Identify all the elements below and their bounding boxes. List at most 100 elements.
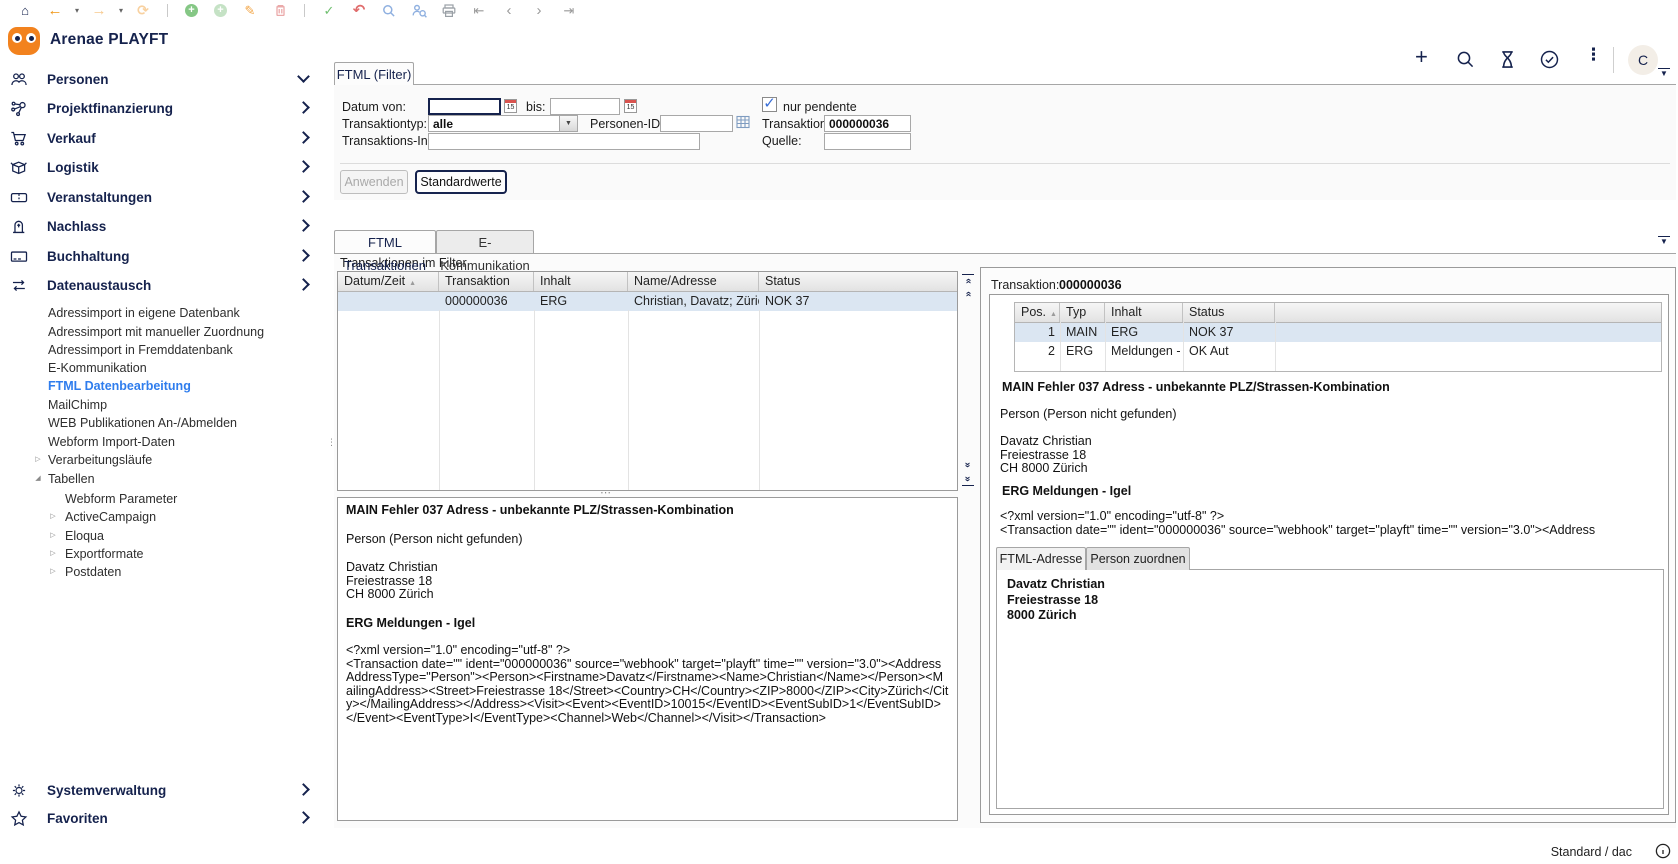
gear-icon — [9, 782, 29, 799]
chevron-right-icon — [297, 219, 310, 232]
sidebar-item-datenaustausch[interactable]: Datenaustausch — [0, 271, 330, 299]
refresh-icon[interactable]: ⟳ — [128, 0, 158, 21]
edit-icon[interactable]: ✎ — [235, 0, 265, 21]
page-up-icon[interactable]: « — [962, 288, 974, 300]
add-secondary-icon[interactable]: + — [214, 4, 227, 17]
sidebar-subitem-webform-parameter[interactable]: Webform Parameter — [0, 490, 320, 508]
col-name-adresse[interactable]: Name/Adresse — [628, 272, 759, 291]
col-status[interactable]: Status — [1183, 303, 1275, 322]
sidebar-item-verkauf[interactable]: Verkauf — [0, 124, 330, 152]
nur-pendente-checkbox[interactable]: ✓ — [762, 97, 777, 112]
transaktiontyp-select[interactable]: alle ▼ — [428, 115, 578, 132]
last-page-icon[interactable]: ⇥ — [554, 0, 584, 21]
collapse-panel-icon[interactable]: ▼ — [1658, 236, 1670, 246]
col-typ[interactable]: Typ — [1060, 303, 1105, 322]
right-address-line: Davatz Christian — [1000, 435, 1092, 449]
confirm-icon[interactable]: ✓ — [314, 0, 344, 21]
transaction-detail-panel[interactable]: MAIN Fehler 037 Adress - unbekannte PLZ/… — [337, 497, 958, 821]
delete-icon[interactable] — [265, 0, 295, 21]
back-menu-icon[interactable]: ▾ — [70, 6, 84, 15]
col-status[interactable]: Status — [759, 272, 957, 291]
back-icon[interactable]: ← — [40, 0, 70, 21]
sidebar-subitem-ftml-datenbearbeitung[interactable]: FTML Datenbearbeitung — [0, 377, 320, 395]
header-history-hourglass-icon[interactable] — [1497, 49, 1518, 70]
header-tasks-check-icon[interactable] — [1539, 49, 1560, 70]
page-down-icon[interactable]: « — [962, 459, 974, 471]
home-icon[interactable]: ⌂ — [10, 0, 40, 21]
col-pos[interactable]: Pos.▲ — [1015, 303, 1060, 322]
sidebar-item-favoriten[interactable]: Favoriten — [0, 804, 330, 832]
add-icon[interactable]: + — [185, 4, 198, 17]
sidebar-subitem-web-publikationen[interactable]: WEB Publikationen An-/Abmelden — [0, 414, 320, 432]
print-icon[interactable] — [434, 1, 464, 21]
sidebar-item-veranstaltungen[interactable]: Veranstaltungen — [0, 183, 330, 211]
undo-icon[interactable]: ↶ — [344, 0, 374, 21]
col-inhalt[interactable]: Inhalt — [534, 272, 628, 291]
grid-line — [439, 310, 440, 490]
right-person-line: Person (Person nicht gefunden) — [1000, 408, 1177, 422]
calendar-icon[interactable]: 15 — [624, 99, 637, 113]
tab-e-kommunikation[interactable]: E-Kommunikation — [436, 230, 534, 253]
forward-menu-icon[interactable]: ▾ — [114, 6, 128, 15]
person-search-icon[interactable] — [404, 1, 434, 21]
forward-icon[interactable]: → — [84, 0, 114, 21]
sidebar-item-nachlass[interactable]: Nachlass — [0, 212, 330, 240]
tab-ftml-transaktionen[interactable]: FTML Transaktionen — [334, 230, 436, 253]
sidebar-item-projektfinanzierung[interactable]: Projektfinanzierung — [0, 94, 330, 122]
user-avatar[interactable]: C — [1628, 45, 1658, 75]
scroll-top-icon[interactable]: « — [962, 274, 974, 287]
next-page-icon[interactable]: › — [524, 0, 554, 21]
previous-page-icon[interactable]: ‹ — [494, 0, 524, 21]
transaction-row[interactable]: 000000036 ERG Christian, Davatz; Zürich(… — [338, 292, 957, 311]
personen-id-label: Personen-ID: — [590, 117, 664, 131]
datum-bis-input[interactable] — [550, 98, 620, 115]
star-icon — [9, 810, 29, 827]
tab-ftml-adresse[interactable]: FTML-Adresse — [996, 547, 1086, 570]
sidebar-subitem-mailchimp[interactable]: MailChimp — [0, 396, 320, 414]
sidebar-subitem-adressimport-fremd[interactable]: Adressimport in Fremddatenbank — [0, 341, 320, 359]
chevron-right-icon — [297, 131, 310, 144]
collapse-panel-icon[interactable]: ▼ — [1658, 68, 1670, 78]
sidebar-item-buchhaltung[interactable]: Buchhaltung — [0, 242, 330, 270]
personen-id-input[interactable] — [660, 115, 733, 132]
header-search-icon[interactable] — [1455, 49, 1476, 70]
quelle-input[interactable] — [824, 133, 911, 150]
header-add-icon[interactable]: + — [1415, 44, 1428, 70]
sidebar-subitem-e-kommunikation[interactable]: E-Kommunikation — [0, 359, 320, 377]
sidebar-item-systemverwaltung[interactable]: Systemverwaltung — [0, 776, 330, 804]
transaktion-input[interactable] — [824, 115, 911, 132]
info-icon[interactable] — [1655, 843, 1671, 859]
scroll-bottom-icon[interactable]: « — [962, 473, 974, 486]
calendar-icon[interactable]: 15 — [504, 99, 517, 113]
sidebar-subitem-tabellen[interactable]: Tabellen — [0, 470, 320, 488]
sidebar-item-personen[interactable]: Personen — [0, 65, 330, 93]
sidebar-item-logistik[interactable]: Logistik — [0, 153, 330, 181]
sidebar-subitem-exportformate[interactable]: Exportformate — [0, 545, 320, 563]
grid-line — [759, 310, 760, 490]
sidebar-subitem-postdaten[interactable]: Postdaten — [0, 563, 320, 581]
search-icon[interactable] — [374, 1, 404, 21]
datum-von-input[interactable] — [428, 98, 501, 115]
tab-person-zuordnen[interactable]: Person zuordnen — [1086, 547, 1190, 570]
sidebar-subitem-adressimport-eigene[interactable]: Adressimport in eigene Datenbank — [0, 304, 320, 322]
sidebar-subitem-webform-import[interactable]: Webform Import-Daten — [0, 433, 320, 451]
standardwerte-button[interactable]: Standardwerte — [415, 170, 507, 194]
tombstone-icon — [9, 218, 29, 235]
sidebar-subitem-verarbeitungslaeufe[interactable]: Verarbeitungsläufe — [0, 451, 320, 469]
sidebar-subitem-eloqua[interactable]: Eloqua — [0, 527, 320, 545]
anwenden-button[interactable]: Anwenden — [340, 170, 408, 194]
tab-ftml-filter[interactable]: FTML (Filter) — [334, 62, 414, 85]
select-dropdown-icon[interactable]: ▼ — [559, 116, 577, 131]
header-kebab-menu-icon[interactable]: ⋮ — [1585, 45, 1602, 65]
position-row[interactable]: 2 ERG Meldungen - Igel OK Aut — [1015, 342, 1661, 361]
sidebar-subitem-activecampaign[interactable]: ActiveCampaign — [0, 508, 320, 526]
first-page-icon[interactable]: ⇤ — [464, 0, 494, 21]
sidebar-subitem-adressimport-manuell[interactable]: Adressimport mit manueller Zuordnung — [0, 323, 320, 341]
transaktions-inhalt-input[interactable] — [428, 133, 700, 150]
bis-label: bis: — [526, 100, 545, 114]
table-lookup-icon[interactable] — [736, 115, 750, 129]
col-inhalt[interactable]: Inhalt — [1105, 303, 1183, 322]
right-detail-inner-panel: Pos.▲ Typ Inhalt Status 1 MAIN ERG NOK 3… — [989, 294, 1669, 815]
position-row[interactable]: 1 MAIN ERG NOK 37 — [1015, 323, 1661, 342]
splitter-handle-v-icon[interactable]: ⋮ — [327, 440, 331, 444]
